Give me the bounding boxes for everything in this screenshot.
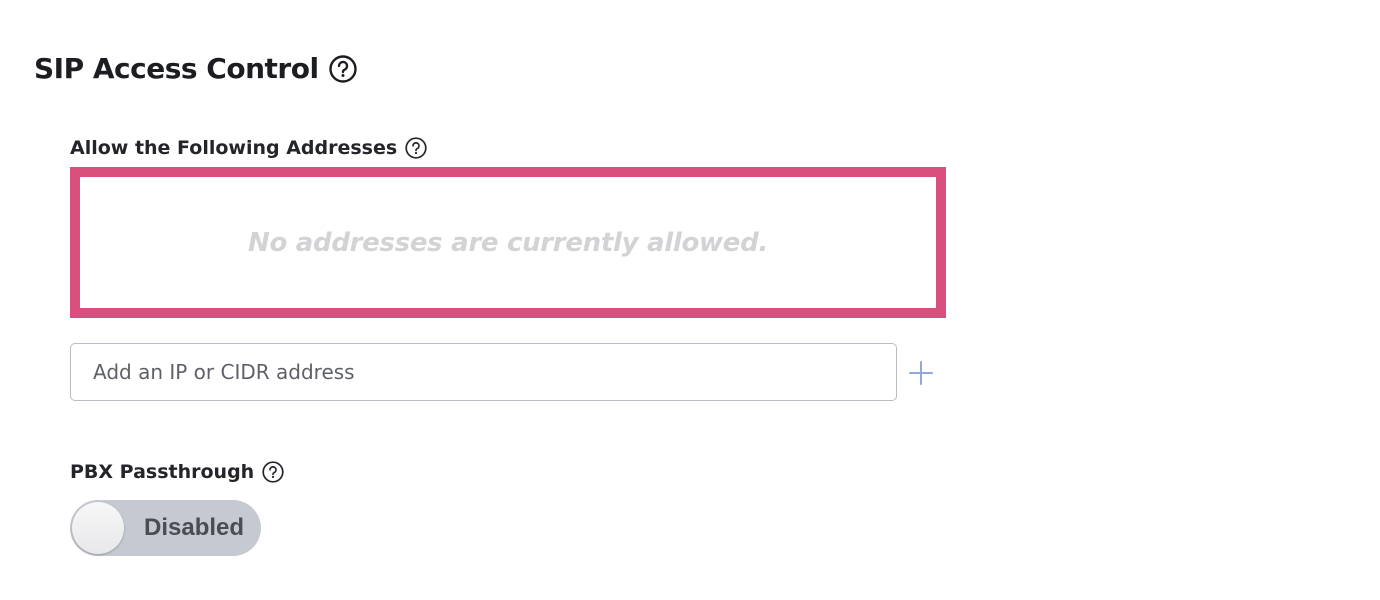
- plus-icon: [909, 361, 933, 385]
- address-input[interactable]: [70, 343, 897, 401]
- section-title: SIP Access Control: [34, 52, 319, 85]
- section-header: SIP Access Control: [34, 52, 357, 85]
- sip-access-control-page: SIP Access Control Allow the Following A…: [0, 0, 1380, 600]
- toggle-state-label: Disabled: [144, 514, 245, 541]
- toggle-knob: [72, 502, 124, 554]
- add-address-button[interactable]: [906, 358, 936, 388]
- allow-addresses-label: Allow the Following Addresses: [70, 137, 427, 159]
- empty-state-message: No addresses are currently allowed.: [248, 227, 768, 258]
- help-icon[interactable]: [262, 461, 284, 483]
- allow-addresses-label-text: Allow the Following Addresses: [70, 137, 398, 159]
- pbx-passthrough-label: PBX Passthrough: [70, 461, 284, 483]
- help-icon[interactable]: [328, 54, 357, 83]
- allowed-addresses-list: No addresses are currently allowed.: [70, 167, 946, 318]
- pbx-passthrough-toggle[interactable]: Disabled: [70, 500, 261, 556]
- pbx-passthrough-label-text: PBX Passthrough: [70, 461, 255, 483]
- help-icon[interactable]: [405, 137, 427, 159]
